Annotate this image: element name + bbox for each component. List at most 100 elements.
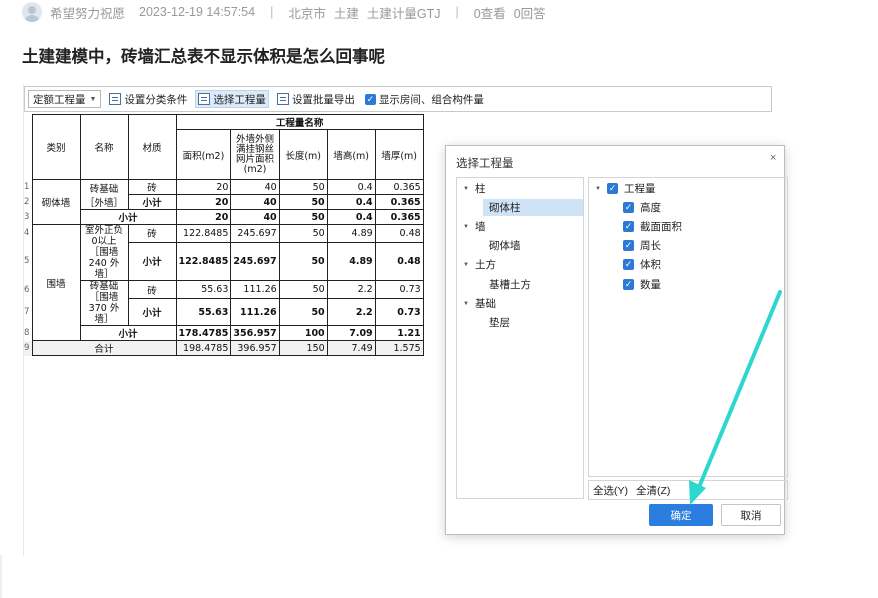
cell-category: 围墙 bbox=[31, 224, 81, 341]
cell-value: 50 bbox=[278, 209, 328, 225]
quantity-mode-value: 定额工程量 bbox=[33, 93, 86, 106]
checkbox-checked-icon: ✓ bbox=[623, 259, 634, 270]
checkbox-checked-icon: ✓ bbox=[623, 221, 634, 232]
cell-value: 0.4 bbox=[326, 179, 376, 195]
table-row[interactable]: 9 合计 198.4785 396.957 150 7.49 1.575 bbox=[24, 340, 424, 356]
collapse-arrow-icon: ▼ bbox=[463, 300, 469, 307]
tree-node-foundation[interactable]: ▼ 基础 bbox=[463, 295, 583, 312]
check-height[interactable]: ✓ 高度 bbox=[623, 199, 661, 216]
checkbox-checked-icon: ✓ bbox=[364, 93, 376, 105]
post-meta: 希望努力祝愿 2023-12-19 14:57:54 | 北京市 土建 土建计量… bbox=[22, 0, 546, 24]
cell-value: 122.8485 bbox=[175, 241, 232, 282]
cancel-button[interactable]: 取消 bbox=[721, 504, 781, 526]
row-number: 1 bbox=[24, 182, 30, 192]
cell-name: 砖基础［围墙 370 外墙］ bbox=[79, 280, 129, 326]
cell-subtotal: 小计 bbox=[127, 298, 177, 326]
cell-value: 50 bbox=[278, 241, 328, 282]
show-room-checkbox[interactable]: ✓ 显示房间、组合构件量 bbox=[363, 90, 486, 108]
cell-value: 0.73 bbox=[374, 298, 424, 326]
cell-value: 20 bbox=[175, 179, 232, 195]
select-quantity-button[interactable]: 选择工程量 bbox=[195, 90, 269, 108]
header-col-height: 墙高(m) bbox=[326, 129, 376, 180]
cell-value: 245.697 bbox=[230, 224, 280, 243]
tree-leaf-masonry-wall[interactable]: 砌体墙 bbox=[489, 237, 579, 254]
post-location: 北京市 bbox=[288, 6, 326, 21]
tree-node-wall[interactable]: ▼ 墙 bbox=[463, 218, 583, 235]
cell-value: 1.21 bbox=[374, 325, 424, 341]
tree-leaf-trench[interactable]: 基槽土方 bbox=[489, 276, 579, 293]
collapse-arrow-icon: ▼ bbox=[463, 261, 469, 268]
cell-value: 20 bbox=[175, 209, 232, 225]
cell-value: 20 bbox=[175, 194, 232, 210]
cell-value: 50 bbox=[278, 224, 328, 243]
cell-value: 0.365 bbox=[374, 194, 424, 210]
cell-value: 150 bbox=[278, 340, 328, 356]
quantity-mode-select[interactable]: 定额工程量 ▼ bbox=[28, 90, 102, 108]
settings-table-icon bbox=[109, 93, 122, 105]
answer-count: 0回答 bbox=[513, 6, 546, 21]
header-col-length: 长度(m) bbox=[278, 129, 328, 180]
export-icon bbox=[276, 93, 289, 105]
collapse-arrow-icon: ▼ bbox=[595, 185, 601, 192]
table-row[interactable]: 4 围墙 室外正负0以上［围墙 240 外墙］ 砖 122.8485 245.6… bbox=[24, 224, 424, 341]
cell-value: 2.2 bbox=[326, 298, 376, 326]
cell-value: 4.89 bbox=[326, 241, 376, 282]
row-number: 9 bbox=[24, 340, 32, 356]
set-category-button[interactable]: 设置分类条件 bbox=[107, 90, 189, 108]
cell-value: 1.575 bbox=[374, 340, 424, 356]
check-count[interactable]: ✓ 数量 bbox=[623, 276, 661, 293]
page-divider bbox=[0, 555, 2, 598]
post-tag[interactable]: 土建计量GTJ bbox=[367, 3, 441, 22]
select-all-button[interactable]: 全选(Y) bbox=[593, 483, 628, 498]
row-number: 6 bbox=[24, 284, 30, 295]
grid-select-icon bbox=[198, 93, 211, 105]
table-header-row: 类别 名称 材质 工程量名称 bbox=[24, 114, 424, 180]
cell-subtotal: 小计 bbox=[127, 241, 177, 282]
clear-all-button[interactable]: 全清(Z) bbox=[636, 483, 670, 498]
cell-value: 396.957 bbox=[230, 340, 280, 356]
cell-name: 砖基础［外墙］ bbox=[79, 179, 129, 210]
cell-grand-total: 合计 bbox=[31, 340, 177, 356]
cell-value: 7.09 bbox=[326, 325, 376, 341]
author-name[interactable]: 希望努力祝愿 bbox=[50, 3, 125, 22]
check-perimeter[interactable]: ✓ 周长 bbox=[623, 237, 661, 254]
select-bar: 全选(Y) 全清(Z) bbox=[588, 480, 788, 500]
set-category-label: 设置分类条件 bbox=[124, 93, 188, 106]
chevron-down-icon: ▼ bbox=[89, 95, 97, 103]
table-row[interactable]: 3 小计 20 40 50 0.4 0.365 bbox=[24, 209, 424, 225]
checkbox-checked-icon: ✓ bbox=[623, 240, 634, 251]
close-icon[interactable]: × bbox=[770, 152, 776, 164]
cell-value: 0.48 bbox=[374, 241, 424, 282]
check-volume[interactable]: ✓ 体积 bbox=[623, 256, 661, 273]
tree-leaf-cushion[interactable]: 垫层 bbox=[489, 314, 579, 331]
avatar[interactable] bbox=[22, 2, 42, 22]
table-row[interactable]: 6 砖基础［围墙 370 外墙］ 砖 55.63 111.26 50 2.2 0… bbox=[24, 279, 424, 326]
cell-value: 178.4785 bbox=[175, 325, 232, 341]
dialog-title: 选择工程量 bbox=[456, 158, 514, 170]
cell-value: 50 bbox=[278, 298, 328, 326]
tree-leaf-masonry-column[interactable]: 砌体柱 bbox=[483, 199, 583, 216]
table-row[interactable]: 1 砌体墙 砖基础［外墙］ 砖 20 40 50 0.4 0.365 bbox=[24, 179, 424, 225]
cell-value: 55.63 bbox=[175, 298, 232, 326]
post-category[interactable]: 土建 bbox=[334, 3, 359, 22]
table-row[interactable]: 8 小计 178.4785 356.957 100 7.09 1.21 bbox=[24, 325, 424, 341]
post-title: 土建建模中，砖墙汇总表不显示体积是怎么回事呢 bbox=[22, 48, 385, 66]
confirm-button[interactable]: 确定 bbox=[649, 504, 713, 526]
batch-export-button[interactable]: 设置批量导出 bbox=[275, 90, 357, 108]
quantity-check-list: ▼ ✓ 工程量 ✓ 高度 ✓ 截面面积 ✓ 周长 ✓ 体积 ✓ 数量 bbox=[588, 177, 788, 477]
cell-value: 55.63 bbox=[175, 279, 232, 300]
component-tree: ▼ 柱 砌体柱 ▼ 墙 砌体墙 ▼ 土方 基槽土方 ▼ 基础 垫层 bbox=[456, 177, 584, 499]
check-root-quantity[interactable]: ▼ ✓ 工程量 bbox=[595, 180, 656, 197]
checkbox-checked-icon: ✓ bbox=[623, 279, 634, 290]
cell-value: 198.4785 bbox=[175, 340, 232, 356]
header-col-mesh-area: 外墙外侧满挂钢丝网片面积(m2) bbox=[230, 129, 280, 180]
check-section-area[interactable]: ✓ 截面面积 bbox=[623, 218, 682, 235]
cell-value: 0.4 bbox=[326, 209, 376, 225]
tree-node-earthwork[interactable]: ▼ 土方 bbox=[463, 256, 583, 273]
tree-node-column[interactable]: ▼ 柱 bbox=[463, 180, 583, 197]
checkbox-checked-icon: ✓ bbox=[607, 183, 618, 194]
cell-material: 砖 bbox=[127, 179, 177, 195]
cell-value: 40 bbox=[230, 194, 280, 210]
cell-subtotal: 小计 bbox=[79, 325, 177, 341]
cell-material: 砖 bbox=[127, 224, 177, 243]
